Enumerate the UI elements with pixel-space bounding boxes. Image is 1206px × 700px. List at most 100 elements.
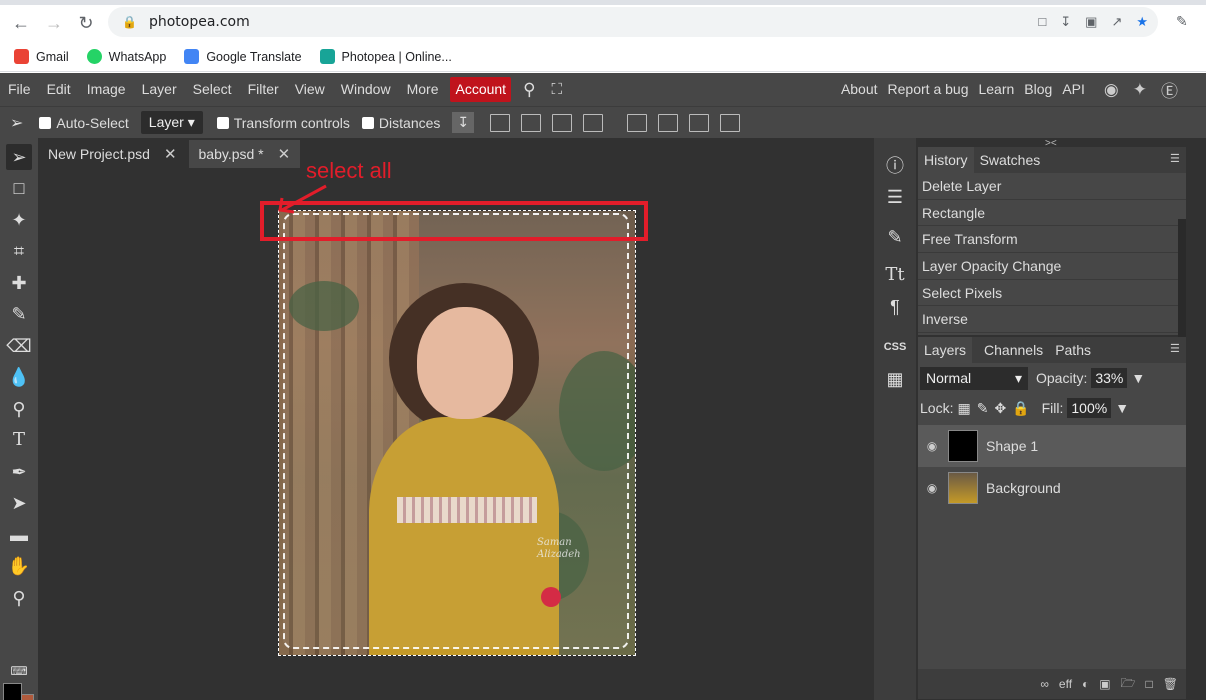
delete-layer-icon[interactable]: 🗑 [1163,677,1178,691]
document-canvas[interactable]: Saman Alizadeh [278,210,636,656]
panel-menu-icon[interactable]: ☰ [1170,343,1182,355]
history-item[interactable]: Select Pixels [918,280,1186,307]
fill-input[interactable]: 100% [1067,398,1112,418]
menu-view[interactable]: View [287,73,333,106]
align-center-icon[interactable] [521,113,542,132]
lock-all-icon[interactable]: 🔒 [1012,400,1029,417]
tab-channels[interactable]: Channels [978,337,1049,363]
tab-paths[interactable]: Paths [1049,337,1097,363]
menu-filter[interactable]: Filter [240,73,287,106]
visibility-eye-icon[interactable]: ◉ [918,439,946,453]
bookmark-gmail[interactable]: Gmail [14,49,69,64]
search-icon[interactable]: ⚲ [515,73,543,106]
menu-more[interactable]: More [399,73,447,106]
new-layer-icon[interactable]: □ [1146,677,1153,691]
checkbox-box[interactable] [216,116,229,129]
paragraph-icon[interactable]: ¶ [882,294,908,320]
share-icon[interactable]: ↗ [1111,14,1122,30]
checkbox-box[interactable] [39,116,52,129]
auto-select-checkbox[interactable]: Auto-Select [39,115,129,131]
history-item[interactable]: Layer Opacity Change [918,253,1186,280]
history-item[interactable]: Rectangle [918,200,1186,227]
twitter-icon[interactable]: ✦ [1133,80,1147,100]
back-icon[interactable]: ← [10,12,32,34]
crop-tool-icon[interactable]: ⌗ [6,238,32,264]
move-tool-icon[interactable]: ➢ [10,113,23,133]
effects-icon[interactable]: eff [1059,677,1072,691]
page-icon[interactable]: ▣ [1085,14,1097,30]
tab-history[interactable]: History [918,147,974,173]
blur-tool-icon[interactable]: 💧 [6,364,32,390]
lock-paint-icon[interactable]: ✎ [977,400,989,417]
extension-icon[interactable]: ✎ [1176,13,1188,30]
tab-baby[interactable]: baby.psd * ✕ [188,140,301,168]
keyboard-icon[interactable]: ⌨ [6,658,32,684]
facebook-icon[interactable]: Ⓔ [1161,77,1178,102]
address-bar[interactable]: 🔒 photopea.com □ ↧ ▣ ↗ ★ [108,7,1158,37]
close-icon[interactable]: ✕ [278,145,291,163]
history-item[interactable]: Delete Layer [918,173,1186,200]
history-item[interactable]: Free Transform [918,226,1186,254]
layer-row[interactable]: ◉ Shape 1 [918,425,1186,467]
distribute-horizontal-icon[interactable] [720,113,741,132]
menu-file[interactable]: File [0,73,39,106]
distribute-icon[interactable] [583,113,604,132]
menu-api[interactable]: API [1057,73,1090,106]
menu-select[interactable]: Select [185,73,240,106]
rectangle-tool-icon[interactable]: ▬ [6,522,32,548]
bookmark-photopea[interactable]: Photopea | Online... [319,49,452,64]
marquee-tool-icon[interactable]: □ [6,175,32,201]
link-layers-icon[interactable]: ∞ [1040,677,1049,691]
layer-mode-select[interactable]: Layer ▾ [140,111,203,134]
menu-learn[interactable]: Learn [973,73,1019,106]
fill-dropdown-icon[interactable]: ▼ [1115,400,1129,416]
checkbox-box[interactable] [361,116,374,129]
fullscreen-icon[interactable]: ⛶ [544,73,571,106]
menu-about[interactable]: About [836,73,883,106]
bookmark-whatsapp[interactable]: WhatsApp [86,49,166,64]
menu-image[interactable]: Image [79,73,134,106]
image-icon[interactable]: ▦ [882,366,908,392]
transform-controls-checkbox[interactable]: Transform controls [216,115,350,131]
type-tool-icon[interactable]: T [6,427,32,453]
menu-edit[interactable]: Edit [39,73,79,106]
panel-menu-icon[interactable]: ☰ [1170,153,1182,165]
lock-move-icon[interactable]: ✥ [994,400,1006,417]
canvas-area[interactable]: Saman Alizadeh select all [38,158,874,700]
install-icon[interactable]: ↧ [1060,14,1071,30]
align-left-icon[interactable] [490,113,511,132]
visibility-eye-icon[interactable]: ◉ [918,481,946,495]
dodge-tool-icon[interactable]: ⚲ [6,396,32,422]
foreground-color-swatch[interactable] [3,683,22,700]
download-icon[interactable]: ↧ [452,112,475,133]
new-group-icon[interactable]: 🗁 [1121,674,1136,695]
opacity-dropdown-icon[interactable]: ▼ [1131,370,1145,386]
reload-icon[interactable]: ↻ [75,12,97,34]
close-icon[interactable]: ✕ [164,145,177,163]
brush-tool-icon[interactable]: ✎ [6,301,32,327]
align-right-icon[interactable] [552,113,573,132]
character-icon[interactable]: Tt [882,262,908,288]
menu-layer[interactable]: Layer [134,73,185,106]
tab-layers[interactable]: Layers [918,337,973,363]
menu-blog[interactable]: Blog [1019,73,1057,106]
opacity-input[interactable]: 33% [1091,368,1128,388]
tab-new-project[interactable]: New Project.psd ✕ [38,140,187,168]
tab-swatches[interactable]: Swatches [974,147,1047,173]
align-bottom-icon[interactable] [689,113,710,132]
forward-icon[interactable]: → [43,12,65,34]
adjustment-layer-icon[interactable]: ◐ [1082,677,1089,691]
history-item[interactable]: Inverse [918,306,1186,334]
eraser-tool-icon[interactable]: ⌫ [6,333,32,359]
info-icon[interactable]: ⓘ [882,153,908,179]
css-icon[interactable]: CSS [882,334,908,360]
magic-wand-icon[interactable]: ✦ [6,207,32,233]
move-tool-icon[interactable]: ➢ [6,144,32,170]
history-scrollbar[interactable] [1178,219,1186,339]
blend-mode-select[interactable]: Normal ▾ [920,366,1028,390]
bookmark-star-icon[interactable]: ★ [1136,14,1148,30]
lock-transparency-icon[interactable]: ▦ [957,400,970,417]
brush-settings-icon[interactable]: ✎ [882,224,908,250]
reddit-icon[interactable]: ◉ [1104,80,1119,100]
path-select-icon[interactable]: ➤ [6,490,32,516]
